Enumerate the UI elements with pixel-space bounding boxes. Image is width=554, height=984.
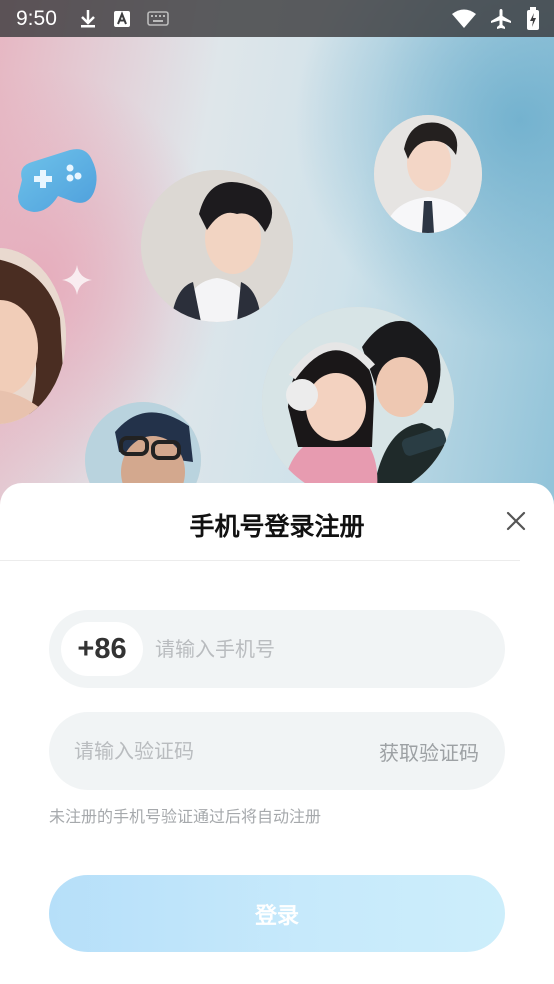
keyboard-icon [147,10,169,26]
status-bar: 9:50 [0,0,554,37]
country-code-selector[interactable]: +86 [61,622,143,676]
phone-input[interactable] [155,610,485,688]
airplane-icon [491,8,511,29]
sheet-title: 手机号登录注册 [189,512,365,541]
wifi-icon [452,9,476,28]
login-button[interactable]: 登录 [49,875,505,952]
download-icon [80,9,95,27]
get-code-button[interactable]: 获取验证码 [379,712,479,790]
auto-register-hint: 未注册的手机号验证通过后将自动注册 [49,807,322,826]
login-sheet: 手机号登录注册 +86 获取验证码 未注册的手机号验证通过后将自动注册 登录 [0,483,554,984]
avatar-boy-top-right [374,115,482,233]
close-button[interactable] [500,505,532,537]
status-time: 9:50 [16,6,57,30]
avatar-boy-center [141,170,293,322]
sparkle-icon [62,265,92,295]
battery-icon [527,6,539,30]
close-icon [506,511,526,531]
avatar-woman-left [0,248,66,424]
phone-field: +86 [49,610,505,688]
gamepad-icon [18,149,97,212]
divider [0,560,520,561]
a-notification-icon [113,10,130,27]
avatar-couple-gaming [262,307,454,499]
verification-code-input[interactable] [74,712,354,790]
code-field: 获取验证码 [49,712,505,790]
background-collage [0,0,554,560]
